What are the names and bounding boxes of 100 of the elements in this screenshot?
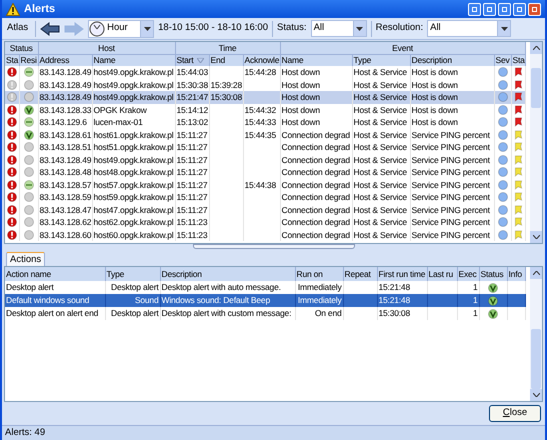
scroll-thumb[interactable] [531, 68, 541, 108]
action-description-text: Desktop alert with auto message. [162, 282, 281, 292]
chevron-down-icon[interactable] [532, 393, 540, 397]
chevron-up-icon[interactable] [532, 46, 540, 50]
action-name-text: Desktop alert [6, 282, 54, 292]
alert-row[interactable]: 83.143.128.49 host49.opgk.krakow.pl 15:11:27 Connection degrad Host & Service Service PING percent [5, 154, 526, 166]
ack-time-text: 15:44:28 [244, 67, 276, 77]
alert-row[interactable]: 83.143.128.59 host59.opgk.krakow.pl 15:11:27 Connection degrad Host & Service Service PING percent [5, 191, 526, 204]
action-type-text: Sound [134, 295, 158, 306]
period-dropdown[interactable]: Hour [88, 20, 154, 38]
action-name-text: Default windows sound [6, 295, 90, 306]
scrollbar[interactable] [530, 267, 542, 401]
event-name-text: Host down [282, 92, 320, 102]
host-name-text: host51.opgk.krakow.pl [94, 142, 174, 152]
ack-time-text: 15:44:32 [244, 104, 276, 114]
column-header[interactable]: Type [105, 267, 160, 281]
column-header[interactable]: Address [38, 54, 92, 66]
alert-row[interactable]: 83.143.129.6 lucen-max-01 15:13:02 15:44:33 Host down Host & Service Host is down [5, 116, 526, 128]
column-header[interactable]: Description [410, 54, 494, 66]
splitter-handle[interactable] [192, 244, 354, 249]
event-name-text: Connection degrad [282, 180, 350, 190]
column-header[interactable]: Status [479, 267, 507, 281]
atlas-button[interactable]: Atlas [4, 20, 32, 38]
severity-icon [498, 67, 508, 78]
host-name-text: host60.opgk.krakow.pl [94, 230, 174, 240]
column-header[interactable]: Name [280, 54, 352, 66]
severity-icon [498, 80, 508, 90]
alert-row[interactable]: 83.143.128.57 host57.opgk.krakow.pl 15:11:27 15:44:38 Connection degrad Host & Service Service PING percent [5, 178, 526, 191]
clock-icon [89, 20, 106, 36]
resolution-dropdown[interactable]: All [427, 20, 512, 37]
alert-row[interactable]: 83.143.128.49 host49.opgk.krakow.pl 15:44:03 15:44:28 Host down Host & Service Host is down [5, 66, 526, 78]
dropdown-arrow-button[interactable] [140, 20, 154, 36]
severity-icon [498, 154, 508, 165]
warning-icon [6, 2, 20, 16]
chevron-up-icon[interactable] [532, 271, 540, 275]
event-name-text: Host down [282, 104, 320, 114]
host-name-text: lucen-max-01 [94, 117, 143, 127]
alert-row[interactable]: 83.143.128.48 host48.opgk.krakow.pl 15:11:27 Connection degrad Host & Service Service PING percent [5, 166, 526, 178]
host-name-text: host59.opgk.krakow.pl [94, 192, 174, 202]
event-type-text: Host & Service [354, 167, 407, 177]
column-header[interactable]: Repeat [343, 267, 377, 281]
severity-icon [498, 92, 508, 102]
close-button[interactable] [528, 2, 541, 16]
address-text: 83.143.128.49 [40, 80, 91, 90]
alert-row[interactable]: 83.143.128.47 host47.opgk.krakow.pl 15:11:27 Connection degrad Host & Service Service PING percent [5, 204, 526, 216]
column-header[interactable]: Run on [295, 267, 343, 281]
address-text: 83.143.128.49 [40, 92, 91, 102]
event-type-text: Host & Service [354, 67, 407, 77]
column-header[interactable]: Last ru [427, 267, 457, 281]
caret-icon [144, 26, 151, 30]
alert-row[interactable]: 83.143.128.62 host62.opgk.krakow.pl 15:11:23 Connection degrad Host & Service Service PING percent [5, 216, 526, 228]
column-header[interactable]: Type [352, 54, 410, 66]
start-time-text: 15:11:27 [176, 192, 208, 202]
alert-row[interactable]: 83.143.128.61 host61.opgk.krakow.pl 15:11:27 15:44:35 Connection degrad Host & Service Service PING percent [5, 128, 526, 141]
event-type-text: Host & Service [354, 92, 407, 102]
end-time-text: 15:39:28 [210, 80, 242, 90]
start-time-text: 15:11:27 [176, 204, 208, 214]
alert-row[interactable]: 83.143.128.51 host51.opgk.krakow.pl 15:11:27 Connection degrad Host & Service Service PING percent [5, 141, 526, 154]
start-time-text: 15:11:27 [176, 154, 208, 164]
description-text: Host is down [412, 80, 458, 90]
maximize-button[interactable] [513, 2, 526, 16]
column-header[interactable]: Sta [5, 54, 19, 66]
run-on-text: On end [314, 308, 342, 318]
close-button[interactable]: Close [489, 405, 541, 422]
back-arrow-icon[interactable] [40, 22, 60, 36]
chevron-down-icon[interactable] [532, 235, 540, 239]
severity-icon [498, 117, 508, 128]
alert-row[interactable]: 83.143.128.49 host49.opgk.krakow.pl 15:21:47 15:30:08 Host down Host & Service Host is down [5, 91, 526, 104]
host-name-text: host47.opgk.krakow.pl [94, 204, 174, 214]
column-header[interactable]: Name [92, 54, 175, 66]
column-group-header: Host [38, 42, 175, 54]
event-name-text: Host down [282, 80, 320, 90]
ack-time-text: 15:44:33 [244, 117, 276, 127]
status-dropdown[interactable]: All [310, 20, 367, 37]
severity-icon [498, 104, 508, 115]
event-type-text: Host & Service [354, 80, 407, 90]
alert-row[interactable]: 83.143.128.60 host60.opgk.krakow.pl 15:11:23 Connection degrad Host & Service Service PING percent [5, 228, 526, 241]
dropdown-arrow-button[interactable] [497, 21, 510, 36]
address-text: 83.143.128.33 [40, 104, 91, 114]
event-name-text: Connection degrad [282, 204, 350, 214]
scrollbar[interactable] [530, 42, 542, 243]
start-time-text: 15:11:27 [176, 180, 208, 190]
tab[interactable]: Actions [6, 252, 46, 266]
column-header[interactable]: First run time [377, 267, 427, 281]
column-header[interactable]: Exec [457, 267, 479, 281]
dropdown-arrow-button[interactable] [352, 21, 366, 36]
event-name-text: Connection degrad [282, 130, 350, 140]
caret-icon [500, 26, 508, 30]
column-group-header: Event [280, 42, 526, 54]
exec-count-text: 1 [472, 282, 478, 292]
alert-row[interactable]: 83.143.128.33 OPGK Krakow 15:14:12 15:44:32 Host down Host & Service Host is down [5, 104, 526, 116]
action-row[interactable]: Desktop alert on alert end Desktop alert Desktop alert with custom message: On end 15:30:08 1 [5, 307, 525, 320]
column-header[interactable]: Action name [5, 267, 105, 281]
sort-icon [197, 58, 204, 63]
column-header[interactable]: Description [160, 267, 295, 281]
ack-time-text: 15:44:35 [244, 130, 276, 140]
address-text: 83.143.129.6 [40, 117, 87, 127]
action-row[interactable]: Default windows sound Sound Windows sound: Default Beep Immediately 15:21:48 1 [5, 294, 525, 307]
column-header[interactable]: Info [507, 267, 525, 281]
scroll-thumb[interactable] [531, 329, 541, 389]
